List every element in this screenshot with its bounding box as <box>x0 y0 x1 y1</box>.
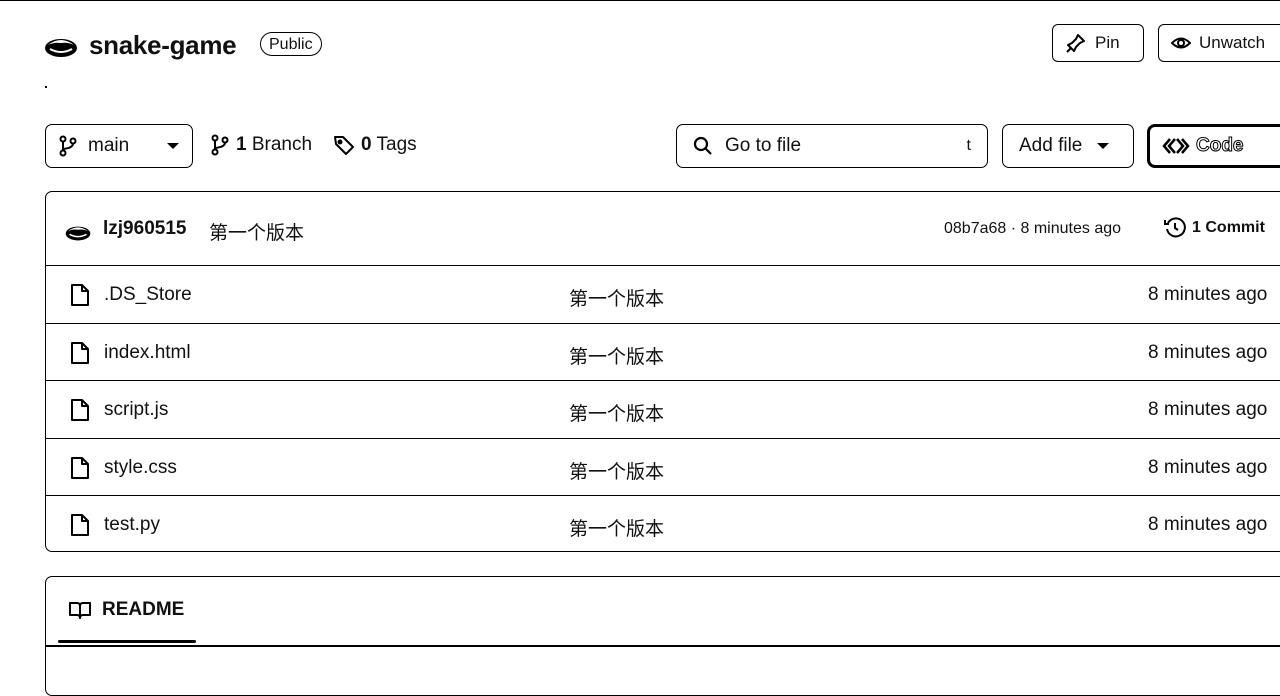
commit-author-link[interactable]: lzj960515 <box>103 218 186 240</box>
go-to-file-input[interactable]: Go to file t <box>676 124 988 168</box>
file-commit-time: 8 minutes ago <box>1148 341 1268 363</box>
file-name-link[interactable]: test.py <box>104 514 160 536</box>
readme-tab[interactable]: README <box>68 599 184 621</box>
latest-commit-row: lzj960515 第一个版本 08b7a68 · 8 minutes ago … <box>46 192 1280 266</box>
commits-link[interactable]: 1 Commit <box>1164 217 1265 239</box>
file-row[interactable]: .DS_Store 第一个版本 8 minutes ago <box>46 266 1280 324</box>
readme-divider <box>46 645 1280 647</box>
author-avatar-icon[interactable] <box>64 222 92 242</box>
tags-link[interactable]: 0 Tags <box>333 134 417 156</box>
file-commit-time: 8 minutes ago <box>1148 399 1268 420</box>
file-name-link[interactable]: index.html <box>104 342 191 364</box>
active-tab-underline <box>58 640 196 643</box>
file-table: lzj960515 第一个版本 08b7a68 · 8 minutes ago … <box>45 191 1280 552</box>
tag-word: Tags <box>376 134 417 155</box>
readme-label: README <box>102 599 185 620</box>
file-icon <box>70 513 90 537</box>
pin-label: Pin <box>1095 33 1120 52</box>
unwatch-label: Unwatch <box>1199 33 1266 52</box>
caret-down-icon <box>166 142 180 150</box>
history-icon <box>1164 217 1186 239</box>
commit-message-link[interactable]: 第一个版本 <box>209 218 304 245</box>
unwatch-button[interactable]: Unwatch <box>1158 24 1280 62</box>
file-commit-time: 8 minutes ago <box>1148 284 1268 305</box>
file-commit-time: 8 minutes ago <box>1148 456 1268 478</box>
file-commit-message[interactable]: 第一个版本 <box>569 399 664 426</box>
branch-count: 1 <box>236 134 247 155</box>
file-icon <box>70 341 90 365</box>
go-to-file-placeholder: Go to file <box>725 135 802 156</box>
file-commit-message[interactable]: 第一个版本 <box>569 457 664 484</box>
file-icon <box>70 398 90 422</box>
file-row[interactable]: test.py 第一个版本 8 minutes ago <box>46 496 1280 554</box>
book-icon <box>68 600 92 620</box>
file-row[interactable]: script.js 第一个版本 8 minutes ago <box>46 381 1280 439</box>
git-branch-icon <box>210 134 230 156</box>
file-commit-time: 8 minutes ago <box>1148 514 1268 535</box>
branches-link[interactable]: 1 Branch <box>210 134 312 156</box>
caret-down-icon <box>1096 142 1110 150</box>
file-row[interactable]: style.css 第一个版本 8 minutes ago <box>46 439 1280 496</box>
pin-button[interactable]: Pin <box>1052 24 1144 62</box>
search-icon <box>693 136 713 156</box>
decorative-dot <box>45 86 47 88</box>
git-branch-icon <box>58 135 78 157</box>
file-commit-message[interactable]: 第一个版本 <box>569 342 664 369</box>
top-border <box>0 0 1280 1</box>
pin-icon <box>1065 32 1087 54</box>
owner-avatar-icon[interactable] <box>44 33 78 59</box>
file-row[interactable]: index.html 第一个版本 8 minutes ago <box>46 324 1280 381</box>
commit-count: 1 <box>1192 219 1201 236</box>
tag-icon <box>333 134 355 156</box>
commit-hash-and-time[interactable]: 08b7a68 · 8 minutes ago <box>944 220 1121 238</box>
add-file-label: Add file <box>1019 135 1083 156</box>
commit-word: Commit <box>1205 219 1265 236</box>
code-icon <box>1162 136 1190 156</box>
code-button[interactable]: Code <box>1147 124 1280 168</box>
code-label: Code <box>1196 135 1244 157</box>
branch-word: Branch <box>251 134 313 155</box>
file-commit-message[interactable]: 第一个版本 <box>569 514 664 541</box>
visibility-badge: Public <box>260 32 322 56</box>
tag-count: 0 <box>361 134 372 155</box>
branch-name: main <box>88 135 130 156</box>
file-icon <box>70 283 90 307</box>
file-name-link[interactable]: script.js <box>104 399 168 421</box>
readme-panel: README <box>45 576 1280 696</box>
file-name-link[interactable]: .DS_Store <box>104 284 192 306</box>
branch-selector[interactable]: main <box>45 124 193 168</box>
file-commit-message[interactable]: 第一个版本 <box>569 284 664 311</box>
file-name-link[interactable]: style.css <box>104 457 177 479</box>
keyboard-shortcut-hint: t <box>966 137 971 154</box>
repo-name-link[interactable]: snake-game <box>89 30 237 61</box>
add-file-button[interactable]: Add file <box>1002 124 1134 168</box>
file-icon <box>70 456 90 480</box>
eye-icon <box>1171 33 1191 53</box>
